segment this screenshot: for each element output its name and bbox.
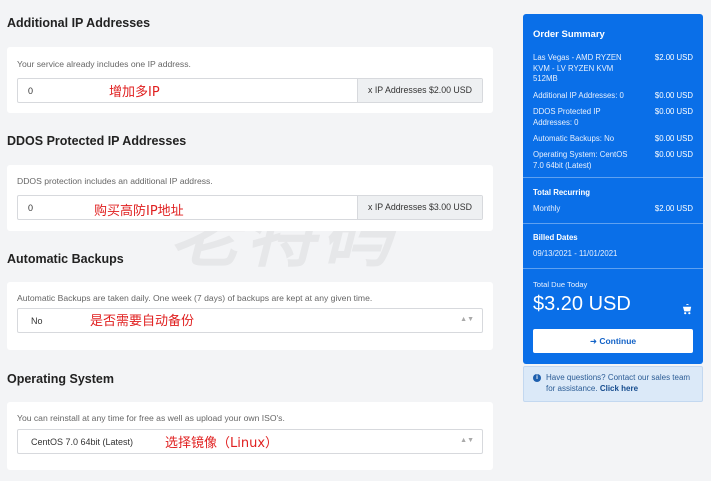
- order-summary-title: Order Summary: [533, 29, 605, 40]
- summary-billed-title-row: Billed Dates: [533, 233, 693, 244]
- backups-card: Automatic Backups are taken daily. One w…: [7, 282, 493, 350]
- additional-ip-quantity-input[interactable]: 0: [28, 86, 33, 96]
- total-due-amount: $3.20 USD: [533, 293, 631, 315]
- section-title-os: Operating System: [7, 372, 114, 386]
- chevron-down-icon: ▲▼: [460, 437, 474, 444]
- os-description: You can reinstall at any time for free a…: [17, 413, 285, 423]
- os-selected-value: CentOS 7.0 64bit (Latest): [31, 437, 134, 447]
- summary-divider: [523, 268, 703, 269]
- summary-item-label: Automatic Backups: No: [533, 134, 615, 143]
- help-link[interactable]: Click here: [600, 384, 638, 393]
- summary-item-label: Las Vegas - AMD RYZEN KVM - LV RYZEN KVM…: [533, 53, 622, 83]
- ddos-ip-description: DDOS protection includes an additional I…: [17, 176, 213, 186]
- summary-recurring-label: Monthly: [533, 204, 561, 213]
- summary-item-amount: $0.00 USD: [654, 134, 693, 143]
- annotation-ddos-ip: 购买高防IP地址: [94, 204, 184, 219]
- summary-item-additional-ip: Additional IP Addresses: 0 $0.00 USD: [533, 91, 693, 102]
- summary-item-amount: $0.00 USD: [654, 91, 693, 100]
- section-title-ddos-ip: DDOS Protected IP Addresses: [7, 134, 187, 148]
- additional-ip-price-addon: x IP Addresses $2.00 USD: [357, 79, 482, 102]
- arrow-right-icon: ➜: [589, 336, 600, 346]
- summary-divider: [523, 223, 703, 224]
- summary-billed-title: Billed Dates: [533, 233, 578, 242]
- summary-item-amount: $0.00 USD: [654, 107, 693, 116]
- additional-ip-card: Your service already includes one IP add…: [7, 47, 493, 113]
- ddos-ip-card: DDOS protection includes an additional I…: [7, 165, 493, 231]
- ddos-ip-price-addon: x IP Addresses $3.00 USD: [357, 196, 482, 219]
- help-text: Have questions? Contact our sales team f…: [546, 373, 696, 394]
- summary-item-os: Operating System: CentOS 7.0 64bit (Late…: [533, 150, 693, 172]
- summary-billed-range: 09/13/2021 - 11/01/2021: [533, 249, 618, 258]
- summary-item-amount: $2.00 USD: [654, 53, 693, 62]
- continue-button[interactable]: ➜ Continue: [533, 329, 693, 353]
- summary-recurring-row: Monthly $2.00 USD: [533, 204, 693, 215]
- continue-button-label: Continue: [599, 336, 637, 346]
- cart-icon: [682, 303, 693, 318]
- info-icon: i: [533, 374, 541, 382]
- summary-item-amount: $0.00 USD: [654, 150, 693, 159]
- summary-item-label: Additional IP Addresses: 0: [533, 91, 624, 100]
- summary-item-label: DDOS Protected IP Addresses: 0: [533, 107, 601, 127]
- backups-selected-value: No: [31, 316, 43, 326]
- additional-ip-description: Your service already includes one IP add…: [17, 59, 191, 69]
- annotation-backups: 是否需要自动备份: [90, 314, 195, 329]
- backups-select[interactable]: No ▲▼: [17, 308, 483, 333]
- summary-recurring-title-row: Total Recurring: [533, 188, 693, 199]
- chevron-down-icon: ▲▼: [460, 316, 474, 323]
- additional-ip-input-group: 0 x IP Addresses $2.00 USD: [17, 78, 483, 103]
- summary-item-product: Las Vegas - AMD RYZEN KVM - LV RYZEN KVM…: [533, 53, 693, 85]
- total-due-label: Total Due Today: [533, 280, 588, 289]
- ddos-ip-input-group: 0 x IP Addresses $3.00 USD: [17, 195, 483, 220]
- ddos-ip-quantity-input[interactable]: 0: [28, 203, 33, 213]
- sales-help-box: i Have questions? Contact our sales team…: [523, 366, 703, 402]
- annotation-os: 选择镜像（Linux）: [165, 436, 279, 451]
- order-summary-panel: Order Summary Las Vegas - AMD RYZEN KVM …: [523, 14, 703, 364]
- summary-recurring-title: Total Recurring: [533, 188, 591, 197]
- annotation-additional-ip: 增加多IP: [109, 85, 160, 100]
- summary-divider: [523, 177, 703, 178]
- summary-item-label: Operating System: CentOS 7.0 64bit (Late…: [533, 150, 628, 170]
- summary-item-ddos-ip: DDOS Protected IP Addresses: 0 $0.00 USD: [533, 107, 693, 129]
- section-title-backups: Automatic Backups: [7, 252, 124, 266]
- summary-item-backups: Automatic Backups: No $0.00 USD: [533, 134, 693, 145]
- summary-recurring-amount: $2.00 USD: [654, 204, 693, 213]
- section-title-additional-ip: Additional IP Addresses: [7, 16, 151, 30]
- summary-billed-row: 09/13/2021 - 11/01/2021: [533, 249, 693, 260]
- backups-description: Automatic Backups are taken daily. One w…: [17, 293, 373, 303]
